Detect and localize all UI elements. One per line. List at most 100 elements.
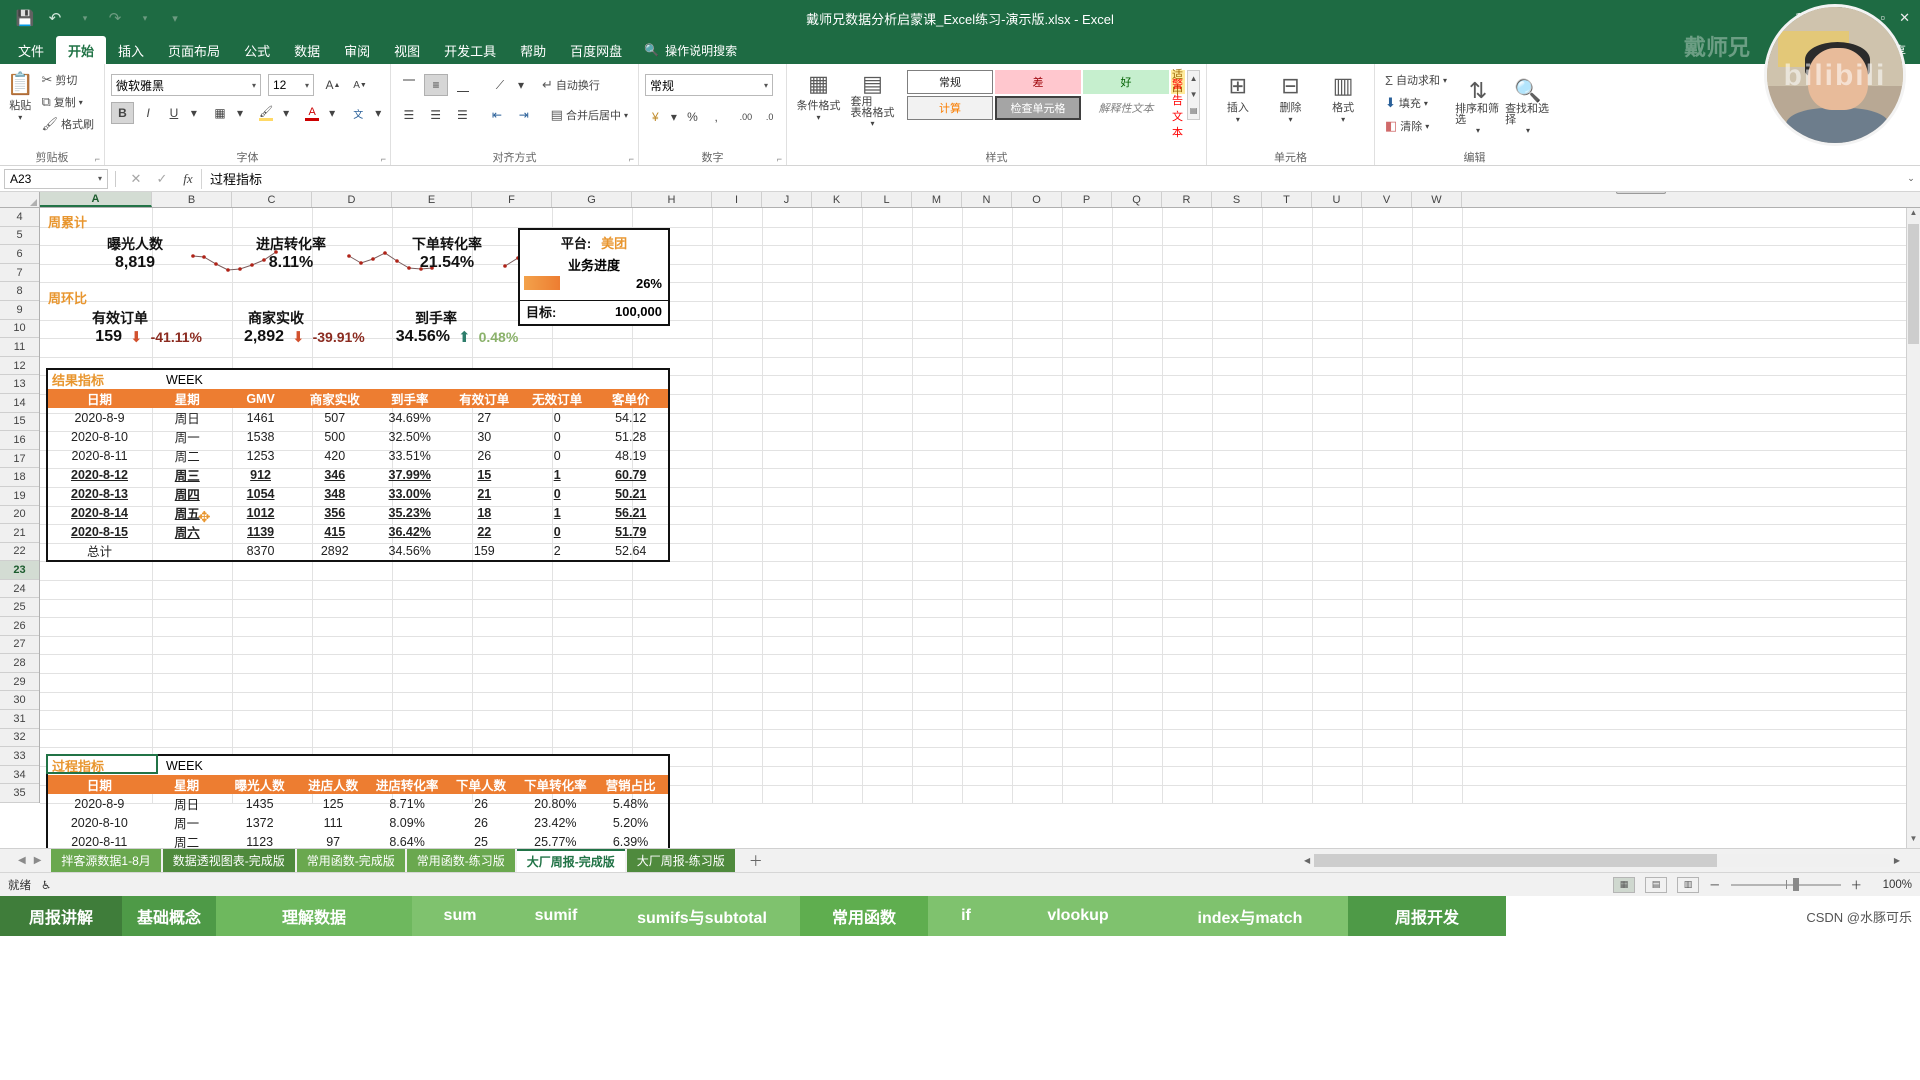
font-size-combo[interactable]: 12 ▾ <box>268 74 314 96</box>
row-header-18[interactable]: 18 <box>0 468 39 487</box>
chevron-down-icon[interactable]: ▾ <box>299 81 309 90</box>
table-cell[interactable]: 0 <box>521 522 593 541</box>
underline-button[interactable]: U <box>163 102 186 124</box>
chevron-down-icon[interactable]: ▾ <box>1341 115 1345 124</box>
chevron-down-icon[interactable]: ▾ <box>234 102 245 124</box>
cell-style-warning-text[interactable]: 警告文本 <box>1171 79 1186 139</box>
table-cell[interactable]: 2020-8-11 <box>48 446 151 465</box>
conditional-formatting-button[interactable]: ▦ 条件格式 ▾ <box>793 70 844 123</box>
tab-home[interactable]: 开始 <box>56 36 107 64</box>
sheet-tab-bar[interactable]: ◀ ▶ 拌客源数据1-8月 数据透视图表-完成版 常用函数-完成版 常用函数-练习版大… <box>0 848 1920 872</box>
cell-style-normal[interactable]: 常规 <box>907 70 993 94</box>
row-header-20[interactable]: 20 <box>0 506 39 525</box>
table-cell[interactable]: 507 <box>298 408 372 427</box>
chevron-down-icon[interactable]: ▾ <box>72 5 98 31</box>
column-header-Q[interactable]: Q <box>1112 192 1162 207</box>
table-row[interactable]: 2020-8-11 周二 1253 420 33.51% 26 0 48.19 <box>48 446 668 465</box>
new-sheet-button[interactable]: ＋ <box>737 849 775 872</box>
chevron-down-icon[interactable]: ▾ <box>624 111 628 120</box>
sheet-tab-4[interactable]: 大厂周报-完成版 <box>516 849 625 872</box>
table-cell[interactable]: 21 <box>448 484 521 503</box>
cell-styles-gallery[interactable]: 常规 差 好 适中 计算 检查单元格 解释性文本 警告文本 <box>907 69 1186 139</box>
column-header-G[interactable]: G <box>552 192 632 207</box>
grow-font-button[interactable]: A ▲ <box>321 74 345 96</box>
paste-button[interactable]: 📋 粘贴 ▾ <box>6 66 34 123</box>
table-cell[interactable]: 1538 <box>223 427 297 446</box>
table-cell[interactable]: 0 <box>521 484 593 503</box>
row-header-25[interactable]: 25 <box>0 598 39 618</box>
styles-gallery-scrollbar[interactable]: ▲ ▼ ▤ <box>1187 70 1200 120</box>
table-cell[interactable]: 34.69% <box>372 408 448 427</box>
decrease-decimal-button[interactable]: .0 <box>759 106 780 128</box>
table-cell[interactable]: 33.00% <box>372 484 448 503</box>
table-cell[interactable]: 5.48% <box>593 794 668 813</box>
table-row[interactable]: 2020-8-14 周五 1012 356 35.23% 18 1 56.21 <box>48 503 668 522</box>
table-cell[interactable]: 1253 <box>223 446 297 465</box>
table-cell[interactable]: 周五 <box>151 503 223 522</box>
table-cell[interactable]: 2020-8-9 <box>48 794 151 813</box>
chevron-down-icon[interactable]: ▾ <box>98 174 102 183</box>
borders-button[interactable]: ▦ <box>209 102 232 124</box>
table-cell[interactable]: 总计 <box>48 541 151 560</box>
table-cell[interactable]: 60.79 <box>593 465 668 484</box>
row-header-33[interactable]: 33 <box>0 747 39 766</box>
table-cell[interactable]: 37.99% <box>372 465 448 484</box>
table-cell[interactable]: 15 <box>448 465 521 484</box>
table-row[interactable]: 2020-8-10 周一 1372 111 8.09% 26 23.42% 5.20% <box>48 813 668 832</box>
tab-page-layout[interactable]: 页面布局 <box>156 36 232 64</box>
table-cell[interactable]: 51.79 <box>593 522 668 541</box>
accessibility-icon[interactable]: ♿ <box>41 878 51 892</box>
table-cell[interactable]: 1054 <box>223 484 297 503</box>
redo-icon[interactable]: ↷ <box>102 5 128 31</box>
table-cell[interactable]: 1 <box>521 503 593 522</box>
table-cell[interactable]: 8.64% <box>370 832 445 849</box>
scroll-left-icon[interactable]: ◀ <box>1300 856 1314 865</box>
name-box[interactable]: A23 ▾ <box>4 168 108 189</box>
select-all-corner[interactable] <box>0 192 40 207</box>
table-cell[interactable]: 周六 <box>151 522 223 541</box>
align-center-button[interactable]: ☰ <box>424 104 448 126</box>
save-icon[interactable]: 💾 <box>12 5 38 31</box>
row-header-16[interactable]: 16 <box>0 431 39 450</box>
table-cell[interactable]: 周一 <box>151 427 223 446</box>
vertical-scrollbar[interactable]: ▲ ▼ <box>1906 208 1920 848</box>
table-cell[interactable]: 26 <box>448 446 521 465</box>
zoom-slider[interactable] <box>1730 878 1841 892</box>
increase-decimal-button[interactable]: .00 <box>736 106 757 128</box>
orientation-button[interactable]: ⟋ <box>488 74 512 96</box>
scroll-down-icon[interactable]: ▼ <box>1188 87 1199 103</box>
italic-button[interactable]: I <box>137 102 160 124</box>
insert-function-icon[interactable]: fx <box>175 171 201 187</box>
number-dialog-launcher[interactable]: ⌐ <box>777 154 782 164</box>
table-cell[interactable]: 0 <box>521 408 593 427</box>
table-cell[interactable]: 34.56% <box>372 541 448 560</box>
row-header-7[interactable]: 7 <box>0 264 39 283</box>
cell-style-explanatory-text[interactable]: 解释性文本 <box>1083 96 1169 120</box>
font-name-combo[interactable]: 微软雅黑 ▾ <box>111 74 261 96</box>
copy-button[interactable]: ⧉ 复制 ▾ <box>37 92 98 112</box>
row-header-14[interactable]: 14 <box>0 394 39 413</box>
page-break-view-button[interactable]: ▥ <box>1677 876 1699 893</box>
row-header-9[interactable]: 9 <box>0 301 39 320</box>
table-cell[interactable]: 52.64 <box>593 541 668 560</box>
expand-formula-bar-icon[interactable]: ⌄ <box>1902 173 1920 184</box>
column-header-O[interactable]: O <box>1012 192 1062 207</box>
worksheet-area[interactable]: ABCDEFGHIJKLMNOPQRSTUVW 4 5 6 7 8 9 10 11 12 13 14… <box>0 192 1920 848</box>
confirm-entry-icon[interactable]: ✓ <box>149 171 175 187</box>
font-dialog-launcher[interactable]: ⌐ <box>381 154 386 164</box>
zoom-in-button[interactable]: ＋ <box>1851 877 1863 893</box>
table-cell[interactable]: 25.77% <box>518 832 594 849</box>
chevron-down-icon[interactable]: ▾ <box>18 113 22 122</box>
result-indicators-table[interactable]: 结果指标 WEEK 日期 星期 GMV 商家实收 到手率 有效订单 无效订单 客单价 2020… <box>46 368 670 562</box>
chevron-down-icon[interactable]: ▾ <box>327 102 338 124</box>
row-headers[interactable]: 4 5 6 7 8 9 10 11 12 13 14 15 16 17 18 19 20 21 22 23 24 25 26… <box>0 208 40 803</box>
tab-help[interactable]: 帮助 <box>508 36 558 64</box>
table-cell[interactable]: 周日 <box>151 794 223 813</box>
chevron-down-icon[interactable]: ▾ <box>1476 126 1480 135</box>
table-cell[interactable]: 周一 <box>151 813 223 832</box>
column-header-A[interactable]: A <box>40 192 152 207</box>
sheet-tab-0[interactable]: 拌客源数据1-8月 <box>51 849 161 872</box>
table-cell[interactable]: 22 <box>448 522 521 541</box>
row-header-11[interactable]: 11 <box>0 338 39 357</box>
chevron-down-icon[interactable]: ▾ <box>1289 115 1293 124</box>
